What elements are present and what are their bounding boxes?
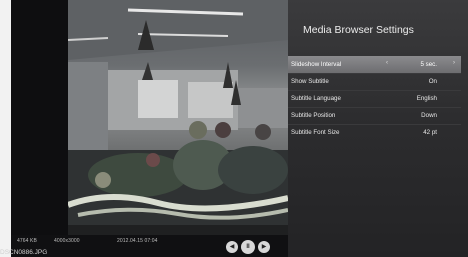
office-photo-image xyxy=(68,0,288,235)
setting-label: Show Subtitle xyxy=(291,78,329,85)
setting-label: Subtitle Language xyxy=(291,95,341,102)
pause-button[interactable]: II xyxy=(241,240,255,254)
setting-label: Slideshow Interval xyxy=(291,61,342,68)
setting-row-subtitle-language[interactable]: Subtitle Language English xyxy=(288,90,461,107)
media-browser-screen: 4764 KB 4000x3000 2012.04.15 07:04 DSCN0… xyxy=(0,0,468,257)
chevron-left-icon[interactable]: ‹ xyxy=(386,60,388,66)
setting-row-subtitle-position[interactable]: Subtitle Position Down xyxy=(288,107,461,124)
setting-value: 42 pt xyxy=(423,129,437,136)
setting-value: Down xyxy=(421,112,437,119)
file-name-text: DSCN0886.JPG xyxy=(0,249,48,256)
screen-edge xyxy=(0,0,11,257)
photo-viewer[interactable] xyxy=(68,0,288,235)
setting-value: On xyxy=(428,78,437,85)
setting-value: English xyxy=(416,95,437,102)
skip-previous-icon: ◀ xyxy=(229,244,235,250)
letterbox-left xyxy=(11,0,68,257)
panel-title: Media Browser Settings xyxy=(303,24,414,36)
skip-next-icon: ▶ xyxy=(261,244,267,250)
file-size-text: 4764 KB xyxy=(17,238,37,244)
resolution-text: 4000x3000 xyxy=(54,238,80,244)
setting-label: Subtitle Font Size xyxy=(291,129,340,136)
date-text: 2012.04.15 07:04 xyxy=(117,238,158,244)
setting-value: 5 sec. xyxy=(420,61,437,68)
next-button[interactable]: ▶ xyxy=(258,241,270,253)
setting-label: Subtitle Position xyxy=(291,112,336,119)
setting-row-subtitle-font-size[interactable]: Subtitle Font Size 42 pt xyxy=(288,124,461,141)
setting-row-slideshow-interval[interactable]: Slideshow Interval ‹ 5 sec. › xyxy=(288,56,461,73)
pause-icon: II xyxy=(246,244,250,250)
chevron-right-icon[interactable]: › xyxy=(453,60,455,66)
previous-button[interactable]: ◀ xyxy=(226,241,238,253)
setting-row-show-subtitle[interactable]: Show Subtitle On xyxy=(288,73,461,90)
